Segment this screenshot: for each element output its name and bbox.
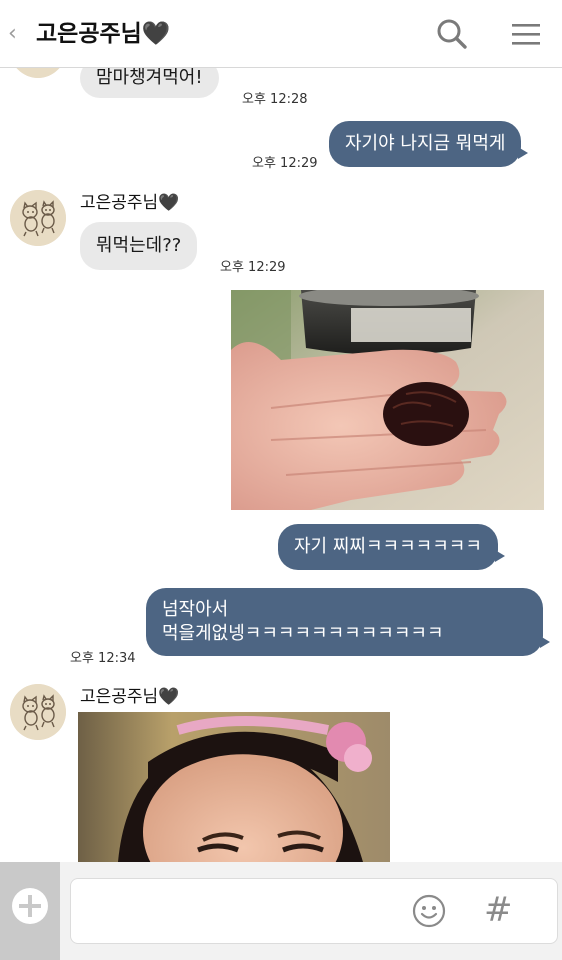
message-bubble-incoming[interactable]: 뭐먹는데?? — [80, 222, 198, 270]
avatar[interactable] — [10, 190, 66, 246]
back-chevron-icon[interactable]: ‹ — [8, 20, 17, 48]
attach-button[interactable] — [0, 862, 60, 960]
plus-icon[interactable] — [12, 888, 48, 924]
chat-header: ‹ 고은공주님🖤 — [0, 0, 562, 68]
girl-photo-image — [78, 712, 390, 862]
hand-photo-image — [231, 290, 544, 510]
cat-avatar-icon — [10, 684, 66, 740]
chat-area[interactable]: 맘마챙겨먹어! 오후 12:28 자기야 나지금 뭐먹게 오후 12:29 고은… — [0, 0, 562, 862]
avatar[interactable] — [10, 684, 66, 740]
cat-avatar-icon — [10, 190, 66, 246]
photo-message[interactable] — [78, 712, 390, 862]
message-line: 넘작아서 — [162, 599, 229, 620]
message-time: 오후 12:29 — [252, 156, 318, 171]
sender-name: 고은공주님🖤 — [80, 193, 180, 213]
photo-message[interactable] — [231, 290, 544, 510]
message-time: 오후 12:29 — [220, 260, 286, 275]
hash-icon[interactable]: # — [484, 890, 513, 930]
message-bubble-outgoing[interactable]: 넘작아서 먹을게없넹ㅋㅋㅋㅋㅋㅋㅋㅋㅋㅋㅋㅋ — [146, 588, 550, 656]
menu-icon[interactable] — [510, 18, 542, 50]
message-time: 오후 12:34 — [70, 651, 136, 666]
message-composer: # — [0, 862, 562, 960]
chat-title: 고은공주님🖤 — [36, 21, 171, 47]
message-bubble-outgoing[interactable]: 자기 찌찌ㅋㅋㅋㅋㅋㅋㅋ — [278, 524, 505, 570]
message-line: 먹을게없넹ㅋㅋㅋㅋㅋㅋㅋㅋㅋㅋㅋㅋ — [162, 623, 444, 644]
emoji-icon[interactable] — [412, 894, 446, 928]
sender-name: 고은공주님🖤 — [80, 687, 180, 707]
search-icon[interactable] — [436, 18, 468, 50]
message-bubble-outgoing[interactable]: 자기야 나지금 뭐먹게 — [329, 121, 529, 167]
message-time: 오후 12:28 — [242, 92, 308, 107]
